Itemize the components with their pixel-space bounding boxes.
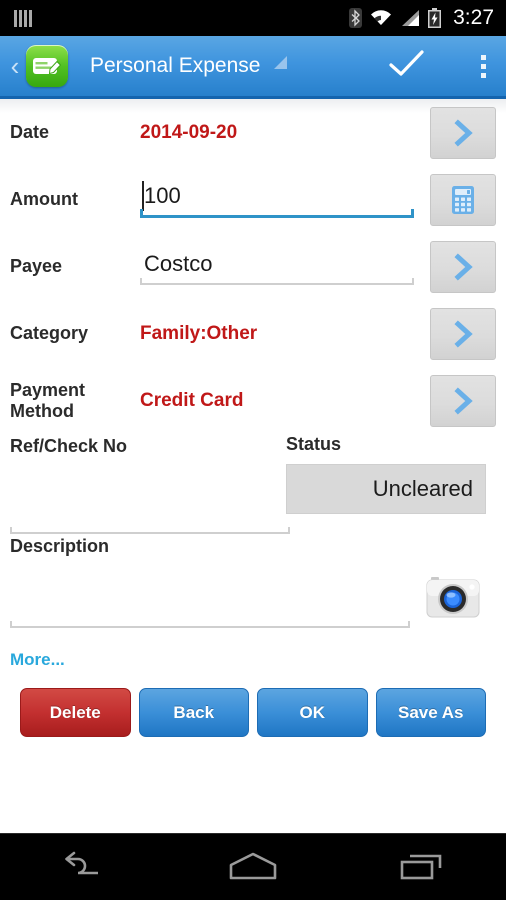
label-payee: Payee <box>10 256 63 277</box>
page-title: Personal Expense <box>90 54 261 77</box>
label-amount: Amount <box>10 189 78 210</box>
label-status: Status <box>286 434 342 454</box>
payee-input-underline <box>140 277 414 285</box>
confirm-button[interactable] <box>387 48 427 85</box>
dropdown-triangle-icon[interactable] <box>274 56 288 69</box>
battery-charging-icon <box>428 8 442 28</box>
calculator-icon <box>452 185 474 214</box>
up-back-chevron-icon[interactable]: ‹ <box>6 53 24 79</box>
back-button[interactable]: Back <box>138 688 249 737</box>
description-input-wrap[interactable] <box>10 599 410 628</box>
nav-recents-button[interactable] <box>337 834 506 900</box>
description-row <box>10 557 496 628</box>
value-wrap-payment-method[interactable]: Credit Card <box>140 390 414 412</box>
label-ref-check-no: Ref/Check No <box>10 436 128 456</box>
nav-home-icon <box>229 852 277 880</box>
amount-input-underline <box>140 209 414 218</box>
checkmark-icon <box>389 49 424 76</box>
overflow-dot <box>481 72 486 78</box>
wifi-icon <box>371 10 392 25</box>
sim-signal-icon <box>8 9 32 27</box>
expense-form: Date 2014-09-20 Amount 100 Payee Costco … <box>0 99 506 737</box>
bluetooth-icon <box>349 8 363 28</box>
action-bar: ‹ Personal Expense <box>0 36 506 99</box>
nav-back-icon <box>65 851 99 875</box>
status-bar-left <box>8 9 32 27</box>
status-block: Status Uncleared <box>286 434 486 514</box>
system-navigation-bar <box>0 833 506 900</box>
date-picker-button[interactable] <box>430 106 496 159</box>
chevron-right-icon <box>454 319 473 348</box>
amount-input[interactable]: 100 <box>140 181 414 215</box>
value-payment-method[interactable]: Credit Card <box>140 390 414 412</box>
form-row-amount: Amount 100 <box>10 166 496 233</box>
status-bar-clock: 3:27 <box>453 6 494 29</box>
app-logo-icon[interactable] <box>26 45 68 87</box>
payee-picker-button[interactable] <box>430 240 496 293</box>
form-row-payment-method: Payment Method Credit Card <box>10 367 496 434</box>
nav-back-button[interactable] <box>0 834 169 900</box>
payee-input[interactable]: Costco <box>140 249 414 283</box>
nav-recents-icon <box>400 854 441 880</box>
form-row-payee: Payee Costco <box>10 233 496 300</box>
overflow-dot <box>481 63 486 69</box>
chevron-right-icon <box>454 386 473 415</box>
value-wrap-category[interactable]: Family:Other <box>140 323 414 345</box>
calculator-button[interactable] <box>430 173 496 226</box>
form-action-buttons: Delete Back OK Save As <box>10 670 496 737</box>
status-bar: 3:27 <box>0 0 506 36</box>
ref-check-no-block: Ref/Check No <box>10 434 290 534</box>
more-link[interactable]: More... <box>10 650 65 670</box>
chevron-right-icon <box>454 252 473 281</box>
status-bar-right: 3:27 <box>349 6 498 30</box>
camera-button[interactable] <box>410 572 496 628</box>
save-as-button[interactable]: Save As <box>375 688 486 737</box>
cellular-signal-icon <box>402 10 420 26</box>
value-category[interactable]: Family:Other <box>140 323 414 345</box>
chevron-right-icon <box>454 118 473 147</box>
description-input[interactable] <box>10 599 410 626</box>
app-screen: 3:27 ‹ Personal Expense Date 2014-09-20 … <box>0 0 506 900</box>
overflow-menu-button[interactable] <box>475 51 492 82</box>
text-cursor <box>142 181 144 211</box>
description-block: Description More... <box>10 530 496 670</box>
payment-method-picker-button[interactable] <box>430 374 496 427</box>
overflow-dot <box>481 54 486 60</box>
form-row-ref-status: Ref/Check No Status Uncleared <box>10 434 496 534</box>
payee-input-wrap[interactable]: Costco <box>140 249 414 285</box>
value-wrap-date[interactable]: 2014-09-20 <box>140 122 414 144</box>
form-row-category: Category Family:Other <box>10 300 496 367</box>
camera-icon <box>426 577 480 618</box>
delete-button[interactable]: Delete <box>20 688 131 737</box>
form-row-date: Date 2014-09-20 <box>10 99 496 166</box>
label-date: Date <box>10 122 50 143</box>
description-underline <box>10 621 410 628</box>
label-category: Category <box>10 323 89 344</box>
value-date[interactable]: 2014-09-20 <box>140 122 414 144</box>
status-button[interactable]: Uncleared <box>286 464 486 514</box>
nav-home-button[interactable] <box>169 834 338 900</box>
label-description: Description <box>10 536 110 556</box>
label-payment-method: Payment Method <box>10 379 86 421</box>
amount-input-wrap[interactable]: 100 <box>140 181 414 218</box>
form-content: Date 2014-09-20 Amount 100 Payee Costco … <box>0 99 506 900</box>
category-picker-button[interactable] <box>430 307 496 360</box>
ref-check-no-input[interactable] <box>10 505 290 532</box>
ok-button[interactable]: OK <box>257 688 368 737</box>
